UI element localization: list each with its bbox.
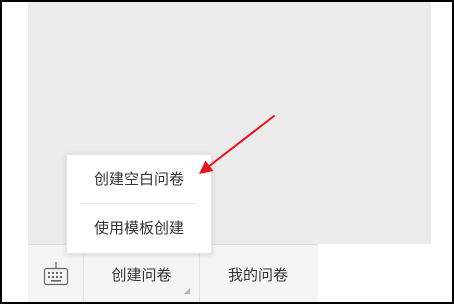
create-survey-label: 创建问卷 (111, 265, 172, 284)
keyboard-icon (43, 262, 68, 286)
create-blank-survey-item[interactable]: 创建空白问卷 (67, 155, 211, 203)
my-surveys-label: 我的问卷 (227, 265, 288, 284)
screenshot-frame: 创建问卷 我的问卷 创建空白问卷 使用模板创建 (0, 0, 454, 304)
my-surveys-menu-button[interactable]: 我的问卷 (199, 245, 316, 302)
submenu-indicator-icon (184, 288, 190, 294)
create-from-template-item[interactable]: 使用模板创建 (67, 204, 211, 252)
create-submenu-popup: 创建空白问卷 使用模板创建 (66, 154, 212, 254)
